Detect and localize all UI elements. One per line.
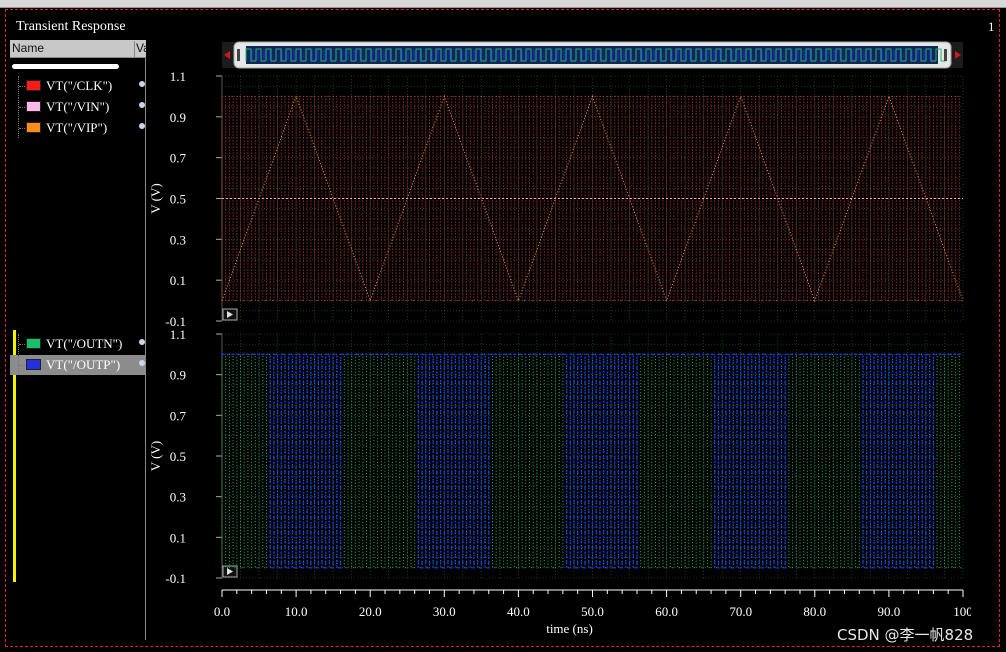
strip-top: 1.10.90.70.50.30.1-0.1V (V) bbox=[148, 69, 964, 329]
color-swatch bbox=[26, 359, 41, 370]
title-strip bbox=[0, 0, 1006, 8]
y-tick-label: 0.9 bbox=[170, 368, 186, 383]
color-swatch bbox=[26, 101, 41, 112]
subwindow-number: 1 bbox=[988, 19, 995, 34]
x-tick-label: 50.0 bbox=[581, 604, 604, 619]
y-tick-label: 0.1 bbox=[170, 530, 186, 545]
tree-connector bbox=[18, 97, 27, 117]
tree-connector bbox=[18, 118, 27, 138]
visibility-eye-icon[interactable] bbox=[139, 339, 145, 345]
x-tick-label: 90.0 bbox=[878, 604, 901, 619]
signal-label: VT("/OUTN") bbox=[46, 336, 123, 351]
color-swatch bbox=[26, 122, 41, 133]
signal-label: VT("/CLK") bbox=[46, 78, 113, 93]
graph-area: 1.1 0.9 0.7 0.5 0.3 0.1 -0.1 V (V) 1.1 0.9 0.7 0.5 0… bbox=[146, 69, 973, 650]
scroll-right-grip bbox=[944, 49, 947, 61]
y-tick-label: 0.7 bbox=[170, 408, 187, 423]
visibility-eye-icon[interactable] bbox=[139, 360, 145, 366]
strip-bottom: 1.1 0.9 0.7 0.5 0.3 0.1 -0.1 V (V) bbox=[148, 327, 964, 586]
panel-header: Name Va bbox=[10, 40, 146, 58]
signal-panel: Name Va VT("/CLK") VT("/VIN") VT("/VIP") bbox=[10, 40, 146, 640]
x-tick-label: 30.0 bbox=[433, 604, 456, 619]
y-axis-label: V (V) bbox=[148, 183, 163, 213]
signal-item-outn[interactable]: VT("/OUTN") bbox=[16, 334, 146, 354]
y-tick-label: 0.1 bbox=[170, 273, 186, 288]
signal-item-vip[interactable]: VT("/VIP") bbox=[16, 118, 146, 138]
panel-scrollbar[interactable] bbox=[12, 64, 119, 69]
color-swatch bbox=[26, 80, 41, 91]
strip-play-icon bbox=[222, 308, 238, 321]
watermark-text: CSDN @李一帆828 bbox=[837, 626, 974, 644]
value-column-header[interactable]: Va bbox=[134, 41, 146, 58]
window-title: Transient Response bbox=[16, 19, 126, 34]
x-tick-label: 80.0 bbox=[803, 604, 826, 619]
tree-connector bbox=[18, 355, 27, 375]
y-tick-label: 0.5 bbox=[170, 449, 186, 464]
x-axis-label: time (ns) bbox=[546, 621, 593, 636]
tree-connector bbox=[18, 76, 27, 96]
zoom-scroll-graphic[interactable] bbox=[222, 41, 963, 69]
x-tick-label: 10.0 bbox=[285, 604, 308, 619]
signal-label: VT("/OUTP") bbox=[46, 357, 121, 372]
y-tick-label: -0.1 bbox=[165, 571, 186, 586]
visibility-eye-icon[interactable] bbox=[139, 123, 145, 129]
signal-item-clk[interactable]: VT("/CLK") bbox=[16, 76, 146, 96]
x-tick-label: 70.0 bbox=[729, 604, 752, 619]
y-tick-label: 1.1 bbox=[170, 70, 186, 84]
x-tick-label: 20.0 bbox=[359, 604, 382, 619]
waveform-plots[interactable]: 1.1 0.9 0.7 0.5 0.3 0.1 -0.1 V (V) 1.1 0.9 0.7 0.5 0… bbox=[146, 69, 973, 645]
signal-item-outp[interactable]: VT("/OUTP") bbox=[10, 355, 146, 375]
visibility-eye-icon[interactable] bbox=[139, 81, 145, 87]
color-swatch bbox=[26, 338, 41, 349]
y-axis-label: V (V) bbox=[148, 441, 163, 471]
y-tick-label: 0.3 bbox=[170, 490, 186, 505]
x-tick-label: 60.0 bbox=[655, 604, 678, 619]
x-tick-label: 40.0 bbox=[507, 604, 530, 619]
y-tick-label: 0.5 bbox=[170, 192, 186, 207]
visibility-eye-icon[interactable] bbox=[139, 102, 145, 108]
x-tick-label: 100 bbox=[953, 604, 971, 619]
name-column-header[interactable]: Name bbox=[12, 41, 44, 55]
signal-label: VT("/VIP") bbox=[46, 120, 108, 135]
tree-connector bbox=[18, 334, 27, 354]
y-tick-label: 0.9 bbox=[170, 110, 186, 125]
scroll-preview-outn bbox=[245, 48, 946, 62]
waveform-window: Transient Response 1 Name Va VT("/CLK") … bbox=[0, 0, 1006, 652]
y-tick-label: 0.7 bbox=[170, 151, 187, 166]
signal-label: VT("/VIN") bbox=[46, 99, 110, 114]
x-tick-label: 0.0 bbox=[214, 604, 230, 619]
y-tick-label: 1.1 bbox=[170, 327, 186, 342]
signal-item-vin[interactable]: VT("/VIN") bbox=[16, 97, 146, 117]
zoom-scroll-bar[interactable] bbox=[222, 41, 963, 69]
y-tick-label: 0.3 bbox=[170, 232, 186, 247]
scroll-left-grip bbox=[237, 49, 240, 61]
